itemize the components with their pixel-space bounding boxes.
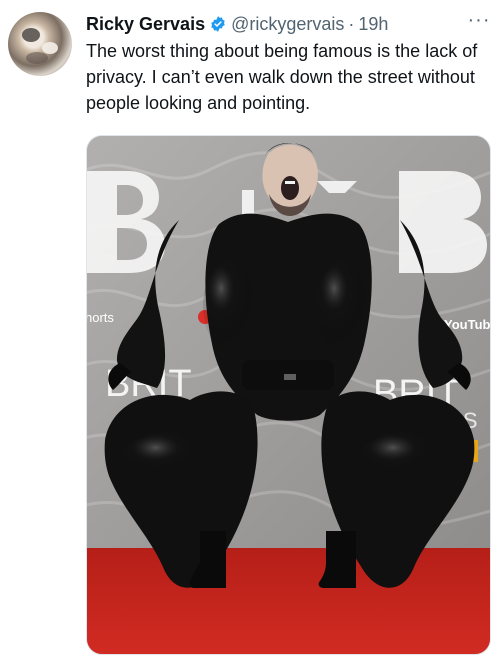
separator-dot: · <box>348 13 355 34</box>
tweet-header: Ricky Gervais @rickygervais · 19h <box>86 12 488 36</box>
avatar-detail <box>22 28 40 42</box>
photo-illustration: horts YouTube BRIT BRIT DS <box>87 136 490 654</box>
tweet-text: The worst thing about being famous is th… <box>86 41 478 113</box>
author-avatar[interactable] <box>8 12 72 76</box>
verified-badge-icon <box>211 16 225 32</box>
tweet-media-image[interactable]: horts YouTube BRIT BRIT DS <box>86 135 491 655</box>
author-handle[interactable]: @rickygervais <box>231 14 344 35</box>
timestamp[interactable]: 19h <box>358 14 388 35</box>
backdrop-text-shorts: horts <box>87 310 114 325</box>
red-carpet <box>87 548 490 654</box>
more-options-icon[interactable]: ··· <box>464 10 494 34</box>
author-name[interactable]: Ricky Gervais <box>86 14 205 35</box>
avatar-detail <box>26 52 48 64</box>
avatar-detail <box>42 42 58 54</box>
